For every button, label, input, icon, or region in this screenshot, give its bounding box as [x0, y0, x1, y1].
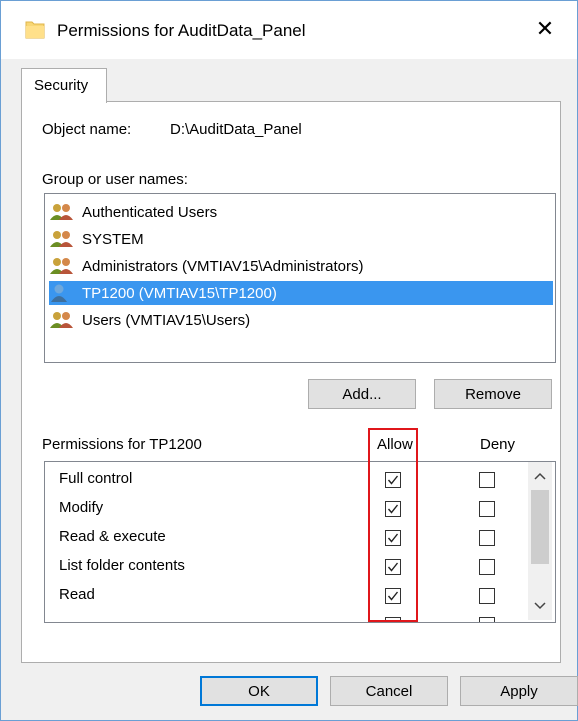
permission-name: List folder contents [59, 557, 185, 574]
scroll-thumb[interactable] [531, 490, 549, 564]
group-list-item-label: SYSTEM [82, 230, 144, 248]
apply-button[interactable]: Apply [460, 676, 578, 706]
deny-checkbox[interactable] [479, 617, 495, 622]
allow-checkbox[interactable] [385, 617, 401, 622]
group-list-item[interactable]: Administrators (VMTIAV15\Administrators) [49, 254, 553, 278]
permission-name: Read & execute [59, 528, 166, 545]
group-names-label: Group or user names: [42, 171, 188, 188]
deny-checkbox[interactable] [479, 588, 495, 604]
scroll-down-button[interactable] [528, 592, 552, 620]
close-icon: ✕ [535, 16, 555, 41]
allow-checkbox[interactable] [385, 472, 401, 488]
window-title: Permissions for AuditData_Panel [57, 21, 306, 40]
group-list-item[interactable]: SYSTEM [49, 227, 553, 251]
allow-checkbox[interactable] [385, 530, 401, 546]
deny-checkbox[interactable] [479, 530, 495, 546]
deny-checkbox[interactable] [479, 472, 495, 488]
group-list-item[interactable]: Authenticated Users [49, 200, 553, 224]
permission-row: Full control [45, 466, 525, 494]
group-users-icon [49, 229, 75, 249]
permission-row: Read & execute [45, 524, 525, 552]
deny-checkbox[interactable] [479, 559, 495, 575]
allow-checkbox[interactable] [385, 559, 401, 575]
permission-name: Full control [59, 470, 133, 487]
add-button[interactable]: Add... [308, 379, 416, 409]
group-user-list[interactable]: Authenticated Users SYSTEM Administrators … [44, 193, 556, 363]
object-name-label: Object name: [42, 121, 132, 138]
allow-checkbox[interactable] [385, 501, 401, 517]
tab-security[interactable]: Security [21, 68, 107, 103]
chevron-down-icon [534, 602, 546, 610]
group-list-item-label: Authenticated Users [82, 203, 218, 221]
scroll-up-button[interactable] [528, 462, 552, 490]
permission-row-partial [45, 611, 525, 622]
permission-name: Read [59, 586, 95, 603]
folder-icon [25, 21, 45, 39]
deny-column-header: Deny [480, 436, 516, 453]
group-users-icon [49, 310, 75, 330]
group-list-item-label: TP1200 (VMTIAV15\TP1200) [82, 284, 277, 302]
group-list-item-label: Administrators (VMTIAV15\Administrators) [82, 257, 364, 275]
permission-name: Modify [59, 499, 104, 516]
title-bar: Permissions for AuditData_Panel ✕ [1, 1, 577, 59]
close-button[interactable]: ✕ [521, 9, 569, 49]
single-user-icon [49, 283, 75, 303]
permissions-scrollbar[interactable] [528, 462, 552, 620]
group-list-item[interactable]: TP1200 (VMTIAV15\TP1200) [49, 281, 553, 305]
chevron-up-icon [534, 472, 546, 480]
permissions-for-label: Permissions for TP1200 [42, 436, 202, 453]
remove-button[interactable]: Remove [434, 379, 552, 409]
object-name-value: D:\AuditData_Panel [170, 121, 302, 138]
allow-checkbox[interactable] [385, 588, 401, 604]
group-list-item-label: Users (VMTIAV15\Users) [82, 311, 251, 329]
group-users-icon [49, 202, 75, 222]
permission-row: List folder contents [45, 553, 525, 581]
tab-security-label: Security [34, 77, 89, 94]
permission-row: Read [45, 582, 525, 610]
permissions-table: Full control Modify Read & execute List fol… [44, 461, 556, 623]
group-users-icon [49, 256, 75, 276]
group-list-item[interactable]: Users (VMTIAV15\Users) [49, 308, 553, 332]
permission-row: Modify [45, 495, 525, 523]
deny-checkbox[interactable] [479, 501, 495, 517]
cancel-button[interactable]: Cancel [330, 676, 448, 706]
ok-button[interactable]: OK [200, 676, 318, 706]
allow-column-header: Allow [377, 436, 413, 453]
